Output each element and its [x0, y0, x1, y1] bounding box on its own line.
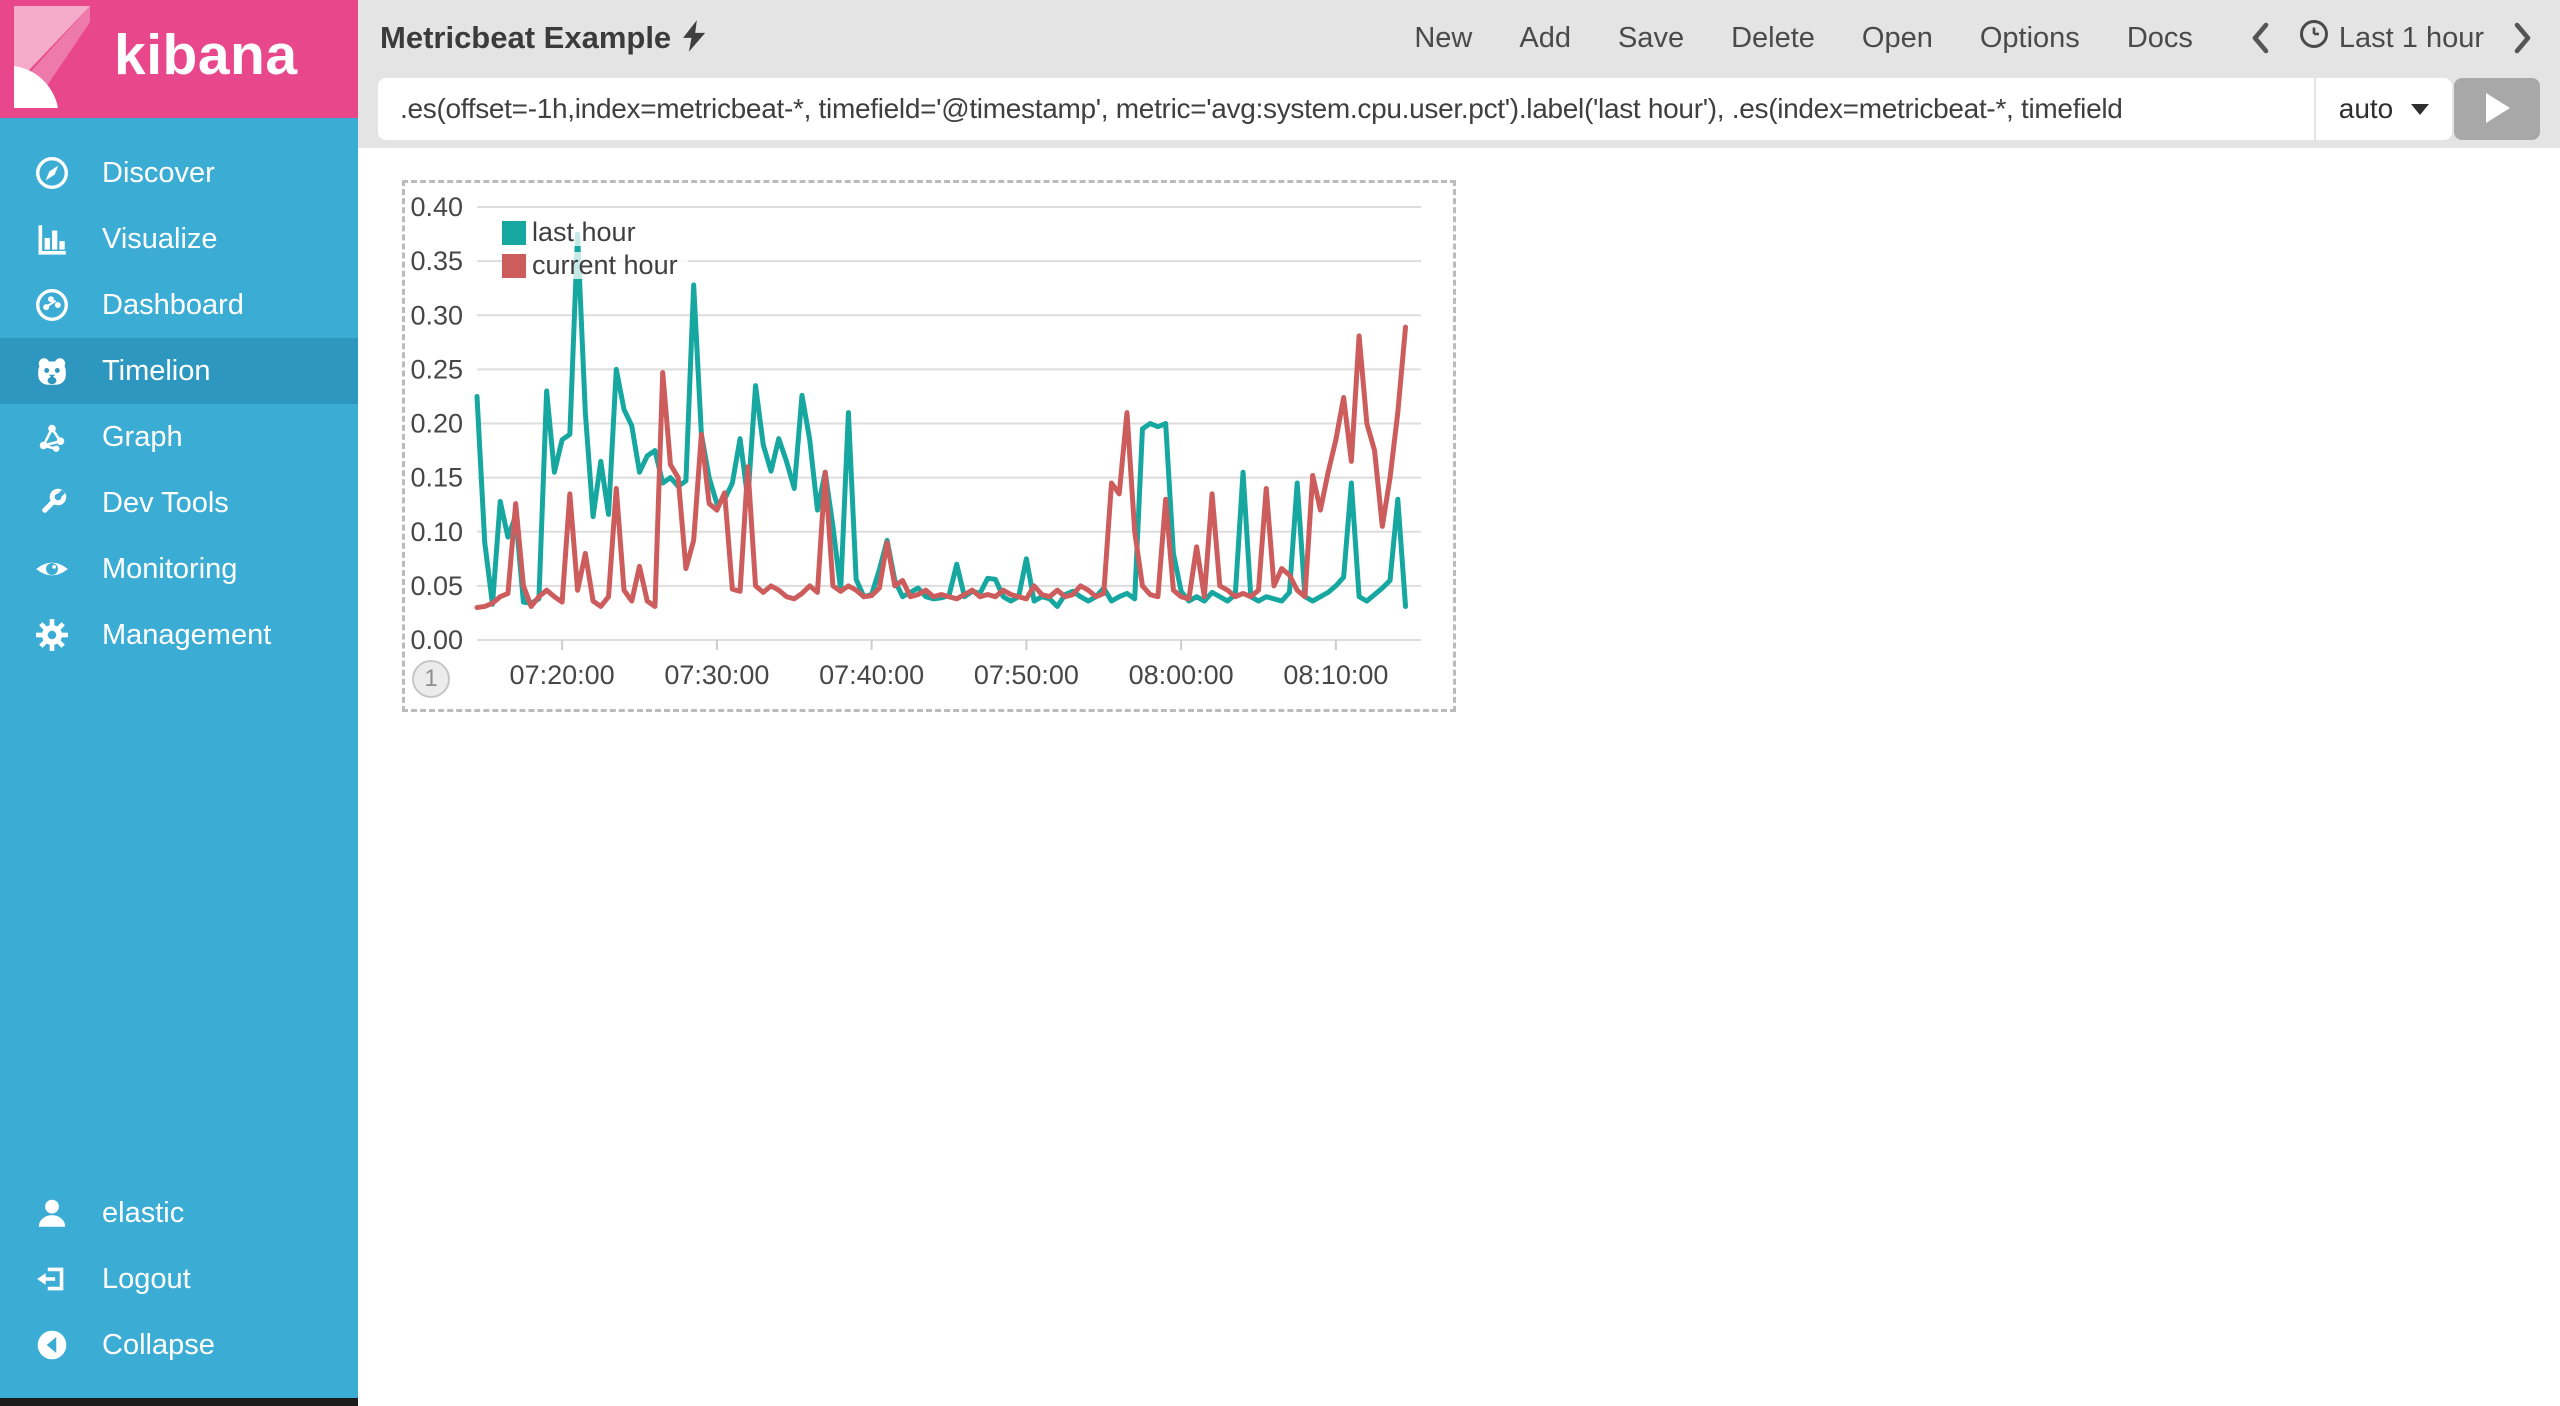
timelion-icon	[32, 353, 72, 389]
menu-item-docs[interactable]: Docs	[2127, 22, 2193, 55]
logout-icon	[32, 1261, 72, 1297]
sidebar-item-user-elastic[interactable]: elastic	[0, 1180, 358, 1246]
kibana-logo-icon	[14, 5, 94, 113]
time-range-label: Last 1 hour	[2338, 21, 2484, 54]
caret-down-icon	[2411, 103, 2430, 115]
kibana-app: kibana Discover Visualize Dashboard Time…	[0, 0, 2560, 1406]
sidebar-item-label: Monitoring	[102, 552, 238, 585]
svg-text:0.35: 0.35	[410, 246, 463, 276]
chart-legend: last hour current hour	[502, 219, 688, 279]
timelion-query-input[interactable]	[378, 78, 2314, 140]
svg-text:0.20: 0.20	[410, 409, 463, 439]
chevron-left-icon[interactable]	[2249, 20, 2271, 56]
time-navigation: Last 1 hour	[2249, 19, 2534, 57]
sidebar-item-label: Visualize	[102, 222, 218, 255]
sidebar-item-dev-tools[interactable]: Dev Tools	[0, 470, 358, 536]
legend-item: current hour	[502, 252, 688, 279]
sidebar-item-collapse[interactable]: Collapse	[0, 1312, 358, 1378]
sidebar-item-label: Dashboard	[102, 288, 244, 321]
time-range-picker[interactable]: Last 1 hour	[2299, 19, 2484, 57]
sidebar-footer-nav: elastic Logout Collapse	[0, 1180, 358, 1378]
gear-icon	[32, 617, 72, 653]
bar-chart-icon	[32, 221, 72, 257]
chevron-right-icon[interactable]	[2512, 20, 2534, 56]
menu-item-save[interactable]: Save	[1618, 22, 1684, 55]
eye-icon	[32, 551, 72, 587]
svg-text:07:30:00: 07:30:00	[664, 660, 769, 690]
menu-item-add[interactable]: Add	[1519, 22, 1571, 55]
sidebar-item-discover[interactable]: Discover	[0, 140, 358, 206]
content-area: 0.00 0.05 0.10 0.15 0.20 0.25 0.30 0.35 0.40 07:2…	[358, 148, 2560, 1406]
sidebar-item-logout[interactable]: Logout	[0, 1246, 358, 1312]
sidebar-item-label: Logout	[102, 1262, 191, 1295]
svg-text:0.25: 0.25	[410, 354, 463, 384]
legend-label: last hour	[532, 217, 636, 247]
page-title: Metricbeat Example	[380, 20, 672, 55]
main-area: Metricbeat Example New Add Save Delete O…	[358, 0, 2560, 1406]
svg-text:08:00:00: 08:00:00	[1129, 660, 1234, 690]
query-row: auto	[378, 78, 2540, 140]
legend-swatch-red	[502, 253, 526, 278]
user-icon	[32, 1195, 72, 1231]
menu-item-delete[interactable]: Delete	[1731, 22, 1815, 55]
legend-swatch-teal	[502, 220, 526, 245]
compass-icon	[32, 155, 72, 191]
sidebar-item-label: Dev Tools	[102, 486, 229, 519]
svg-text:08:10:00: 08:10:00	[1283, 660, 1388, 690]
brand-name: kibana	[114, 23, 298, 87]
play-icon	[2482, 91, 2512, 128]
legend-label: current hour	[532, 250, 678, 280]
collapse-icon	[32, 1327, 72, 1363]
wrench-icon	[32, 485, 72, 521]
sidebar-item-label: Discover	[102, 156, 215, 189]
sidebar-item-timelion[interactable]: Timelion	[0, 338, 358, 404]
sidebar-item-dashboard[interactable]: Dashboard	[0, 272, 358, 338]
svg-text:07:50:00: 07:50:00	[974, 660, 1079, 690]
top-bar: Metricbeat Example New Add Save Delete O…	[358, 0, 2560, 148]
legend-item: last hour	[502, 219, 646, 246]
sidebar-item-label: Management	[102, 618, 272, 651]
sidebar-item-management[interactable]: Management	[0, 602, 358, 668]
lightning-bolt-icon	[683, 19, 707, 57]
interval-select[interactable]: auto	[2314, 78, 2452, 140]
sidebar: kibana Discover Visualize Dashboard Time…	[0, 0, 358, 1406]
svg-text:0.10: 0.10	[410, 517, 463, 547]
sidebar-bottom-strip	[0, 1398, 358, 1406]
svg-text:0.40: 0.40	[410, 192, 463, 222]
sidebar-item-monitoring[interactable]: Monitoring	[0, 536, 358, 602]
kibana-logo[interactable]: kibana	[0, 0, 358, 118]
menu-item-options[interactable]: Options	[1980, 22, 2080, 55]
clock-icon	[2299, 19, 2329, 57]
title-row: Metricbeat Example New Add Save Delete O…	[358, 0, 2560, 70]
dashboard-icon	[32, 287, 72, 323]
interval-value: auto	[2338, 93, 2394, 124]
sidebar-item-label: elastic	[102, 1196, 185, 1229]
svg-text:07:40:00: 07:40:00	[819, 660, 924, 690]
sidebar-item-label: Collapse	[102, 1328, 215, 1361]
svg-text:0.15: 0.15	[410, 463, 463, 493]
menu-item-open[interactable]: Open	[1862, 22, 1933, 55]
timelion-chart-panel[interactable]: 0.00 0.05 0.10 0.15 0.20 0.25 0.30 0.35 0.40 07:2…	[402, 180, 1456, 712]
sidebar-item-visualize[interactable]: Visualize	[0, 206, 358, 272]
svg-text:0.05: 0.05	[410, 571, 463, 601]
svg-text:0.30: 0.30	[410, 300, 463, 330]
sidebar-item-label: Timelion	[102, 354, 211, 387]
sidebar-item-label: Graph	[102, 420, 183, 453]
run-query-button[interactable]	[2454, 78, 2540, 140]
panel-index-badge: 1	[412, 660, 450, 698]
svg-text:0.00: 0.00	[410, 625, 463, 655]
toolbar-menu: New Add Save Delete Open Options Docs	[1414, 22, 2193, 55]
svg-text:07:20:00: 07:20:00	[510, 660, 615, 690]
sidebar-nav: Discover Visualize Dashboard Timelion Gr…	[0, 140, 358, 668]
sidebar-item-graph[interactable]: Graph	[0, 404, 358, 470]
menu-item-new[interactable]: New	[1414, 22, 1472, 55]
graph-icon	[32, 419, 72, 455]
